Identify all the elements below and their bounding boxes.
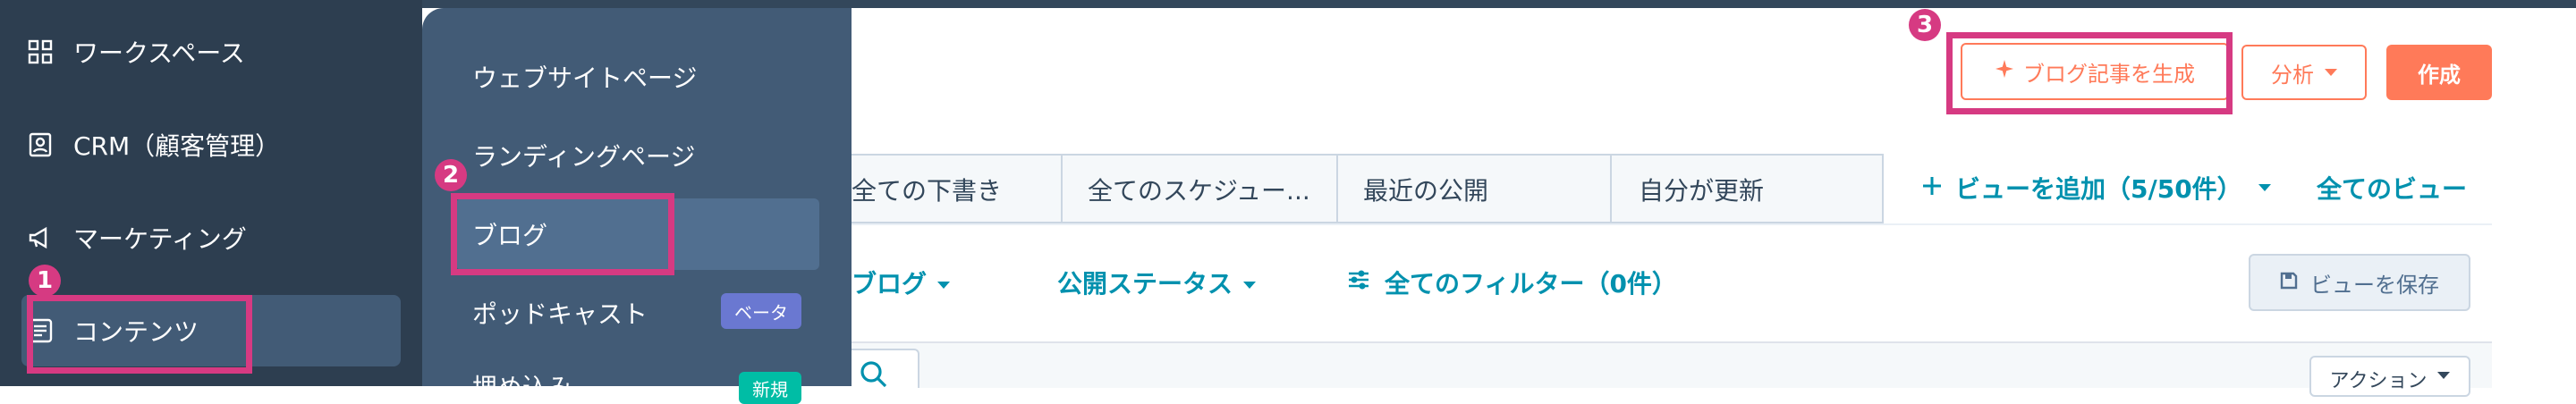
add-view-label: ビューを追加（5/50件） [1955, 174, 2242, 204]
save-view-button[interactable]: ビューを保存 [2249, 254, 2470, 311]
sliders-icon [1347, 268, 1370, 298]
all-filters-label: 全てのフィルター（0件） [1385, 269, 1677, 299]
chevron-down-icon [1243, 282, 1257, 289]
flyout-item-embed[interactable]: 埋め込み [472, 368, 572, 404]
analyze-label: 分析 [2271, 62, 2314, 88]
sidebar-item-crm[interactable]: CRM（顧客管理） [27, 109, 280, 181]
blog-filter-dropdown[interactable]: ブログ [852, 265, 951, 300]
tab-divider [1610, 156, 1612, 223]
highlight-box-1 [27, 295, 252, 374]
flyout-item-website-pages[interactable]: ウェブサイトページ [472, 59, 697, 95]
sidebar-item-marketing[interactable]: マーケティング [27, 202, 247, 274]
search-input[interactable] [852, 349, 919, 388]
save-icon [2280, 270, 2298, 295]
chevron-down-icon [937, 282, 951, 289]
tab-underline [852, 223, 2492, 225]
chevron-down-icon [2437, 372, 2451, 379]
sidebar-item-workspace[interactable]: ワークスペース [27, 16, 245, 88]
create-button[interactable]: 作成 [2386, 45, 2492, 100]
view-tabs: 全ての下書き 全てのスケジュー... 最近の公開 自分が更新 [852, 154, 1884, 223]
search-icon [859, 359, 887, 391]
plus-icon [1921, 173, 1943, 203]
highlight-box-2 [451, 193, 674, 275]
flyout-item-podcast[interactable]: ポッドキャスト [472, 295, 648, 331]
all-filters-button[interactable]: 全てのフィルター（0件） [1347, 265, 1677, 300]
tab-label: 最近の公開 [1363, 176, 1489, 206]
add-view-button[interactable]: ビューを追加（5/50件） [1921, 170, 2271, 206]
publish-status-filter-dropdown[interactable]: 公開ステータス [1057, 265, 1257, 300]
highlight-box-3 [1946, 32, 2233, 114]
analyze-dropdown-button[interactable]: 分析 [2241, 45, 2367, 100]
blog-filter-label: ブログ [852, 269, 928, 299]
grid-icon [27, 38, 54, 65]
tab-label: 全てのスケジュー... [1088, 176, 1310, 206]
tab-divider [1336, 156, 1338, 223]
tab-recently-published[interactable]: 最近の公開 [1363, 156, 1488, 223]
tab-divider [1061, 156, 1063, 223]
step-number-2: 2 [435, 159, 467, 191]
sidebar-item-label: マーケティング [73, 224, 247, 254]
megaphone-icon [27, 224, 54, 251]
tab-updated-by-me[interactable]: 自分が更新 [1639, 156, 1764, 223]
sidebar-item-label: CRM（顧客管理） [73, 131, 281, 161]
save-view-label: ビューを保存 [2310, 272, 2439, 298]
contacts-icon [27, 131, 54, 158]
publish-status-label: 公開ステータス [1057, 269, 1233, 299]
actions-dropdown-button[interactable]: アクション [2309, 356, 2470, 397]
beta-badge: ベータ [721, 293, 801, 329]
tab-all-drafts[interactable]: 全ての下書き [852, 156, 1002, 223]
new-badge: 新規 [739, 372, 801, 404]
sidebar-item-label: ワークスペース [73, 38, 245, 68]
step-number-3: 3 [1909, 9, 1941, 41]
chevron-down-icon [2258, 184, 2271, 191]
tab-all-scheduled[interactable]: 全てのスケジュー... [1088, 156, 1310, 223]
tab-label: 全ての下書き [852, 176, 1003, 206]
tab-label: 自分が更新 [1639, 176, 1765, 206]
table-toolbar [852, 341, 2492, 388]
actions-label: アクション [2329, 370, 2428, 392]
flyout-item-landing-pages[interactable]: ランディングページ [472, 138, 695, 173]
create-label: 作成 [2418, 62, 2461, 88]
chevron-down-icon [2325, 69, 2337, 76]
step-number-1: 1 [29, 265, 61, 297]
all-views-link[interactable]: 全てのビュー [2317, 170, 2467, 206]
